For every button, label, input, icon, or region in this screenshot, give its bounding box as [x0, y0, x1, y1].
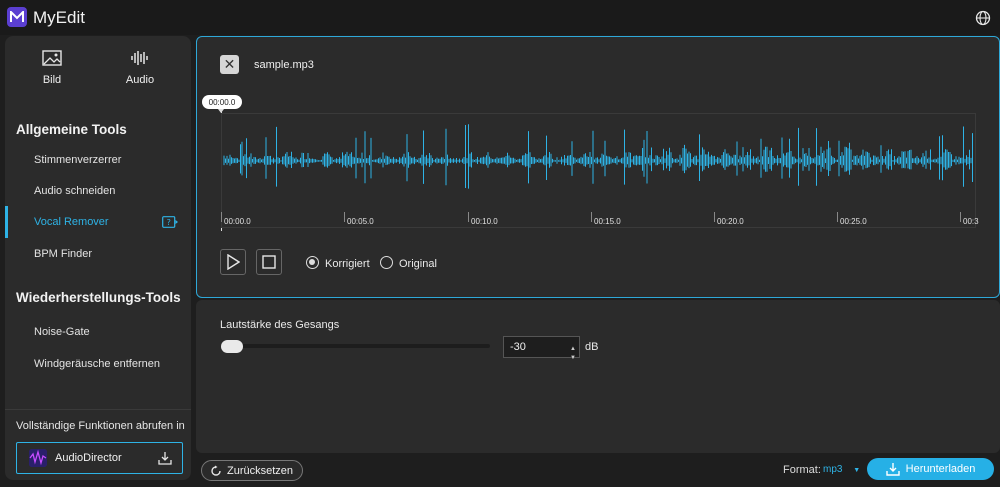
- ruler-label: 00:20.0: [717, 217, 744, 226]
- sidebar-item-vocal-remover[interactable]: Vocal Remover ?: [5, 206, 191, 238]
- image-icon: [42, 50, 62, 66]
- download-icon: [885, 463, 900, 476]
- waveform-panel: ✕ sample.mp3 00:00.0 00:00.0 00:05.0 00:…: [196, 36, 1000, 298]
- ruler-tick: [344, 212, 345, 222]
- close-file-button[interactable]: ✕: [220, 55, 239, 74]
- vocal-volume-slider-track[interactable]: [224, 344, 490, 348]
- ruler-tick: [591, 212, 592, 222]
- format-select[interactable]: mp3 ▼: [823, 464, 860, 475]
- svg-text:?: ?: [167, 218, 171, 227]
- chevron-down-icon: ▼: [853, 467, 861, 474]
- sidebar-item-windgeraeusche[interactable]: Windgeräusche entfernen: [5, 350, 191, 378]
- reset-icon: [211, 465, 221, 476]
- audio-wave-icon: [131, 51, 148, 65]
- ruler-tick: [714, 212, 715, 222]
- audiodirector-button[interactable]: AudioDirector: [16, 442, 183, 474]
- ruler-label: 00:15.0: [594, 217, 621, 226]
- sidebar-item-stimmenverzerrer[interactable]: Stimmenverzerrer: [5, 146, 191, 174]
- mode-audio-button[interactable]: Audio: [105, 50, 175, 96]
- ruler-label: 00:00.0: [224, 217, 251, 226]
- waveform-area[interactable]: [221, 113, 976, 228]
- download-icon: [158, 452, 172, 465]
- vocal-volume-slider-thumb[interactable]: [221, 340, 243, 353]
- app-title: MyEdit: [33, 8, 85, 27]
- top-bar: MyEdit: [0, 0, 1000, 35]
- section-title-general: Allgemeine Tools: [16, 122, 127, 137]
- vocal-volume-label: Lautstärke des Gesangs: [220, 319, 340, 331]
- vocal-volume-value: -30: [510, 341, 526, 353]
- mode-image-button[interactable]: Bild: [17, 50, 87, 96]
- ruler-label: 00:05.0: [347, 217, 374, 226]
- ruler-label: 00:10.0: [471, 217, 498, 226]
- reset-label: Zurücksetzen: [227, 464, 294, 477]
- sidebar-item-audio-schneiden[interactable]: Audio schneiden: [5, 177, 191, 205]
- play-icon: [227, 254, 240, 270]
- section-title-restoration: Wiederherstellungs-Tools: [16, 290, 181, 305]
- ruler-label: 00:25.0: [840, 217, 867, 226]
- mode-image-label: Bild: [42, 74, 62, 86]
- current-time-badge: 00:00.0: [202, 95, 242, 109]
- vocal-volume-panel: Lautstärke des Gesangs -30 ▲ ▼ dB: [196, 300, 1000, 453]
- audiodirector-logo-icon: [29, 449, 47, 467]
- play-button[interactable]: [220, 249, 246, 275]
- ruler-tick: [960, 212, 961, 222]
- format-label: Format:: [783, 464, 821, 476]
- stop-icon: [262, 255, 276, 269]
- file-name: sample.mp3: [254, 59, 314, 71]
- myedit-logo-icon[interactable]: [7, 7, 27, 27]
- video-help-icon[interactable]: ?: [162, 216, 178, 228]
- download-button[interactable]: Herunterladen: [867, 458, 994, 480]
- ruler-tick: [468, 212, 469, 222]
- radio-original-label[interactable]: Original: [399, 258, 437, 270]
- sidebar-item-bpm-finder[interactable]: BPM Finder: [5, 240, 191, 268]
- audiodirector-label: AudioDirector: [55, 452, 122, 464]
- download-label: Herunterladen: [905, 463, 976, 475]
- ruler-tick: [837, 212, 838, 222]
- format-value: mp3: [823, 464, 843, 475]
- spin-down-icon[interactable]: ▼: [570, 348, 576, 368]
- promo-text: Vollständige Funktionen abrufen in: [16, 420, 185, 432]
- sidebar-divider: [5, 409, 191, 410]
- sidebar-item-noise-gate[interactable]: Noise-Gate: [5, 318, 191, 346]
- sidebar: Bild Audio Allgemeine Tools Stimmenverze…: [5, 36, 191, 480]
- globe-icon[interactable]: [975, 10, 991, 26]
- ruler-label: 00:3: [963, 217, 979, 226]
- waveform: [223, 124, 973, 189]
- vocal-volume-input[interactable]: -30 ▲ ▼: [503, 336, 580, 361]
- stop-button[interactable]: [256, 249, 282, 275]
- mode-audio-label: Audio: [125, 74, 155, 86]
- radio-korrigiert-label[interactable]: Korrigiert: [325, 258, 370, 270]
- sidebar-item-label: Vocal Remover: [34, 216, 109, 228]
- close-icon: ✕: [223, 56, 236, 72]
- reset-button[interactable]: Zurücksetzen: [201, 460, 303, 481]
- radio-original[interactable]: [380, 256, 393, 269]
- vocal-volume-unit: dB: [585, 341, 599, 353]
- ruler-tick: [221, 212, 222, 222]
- radio-korrigiert[interactable]: [306, 256, 319, 269]
